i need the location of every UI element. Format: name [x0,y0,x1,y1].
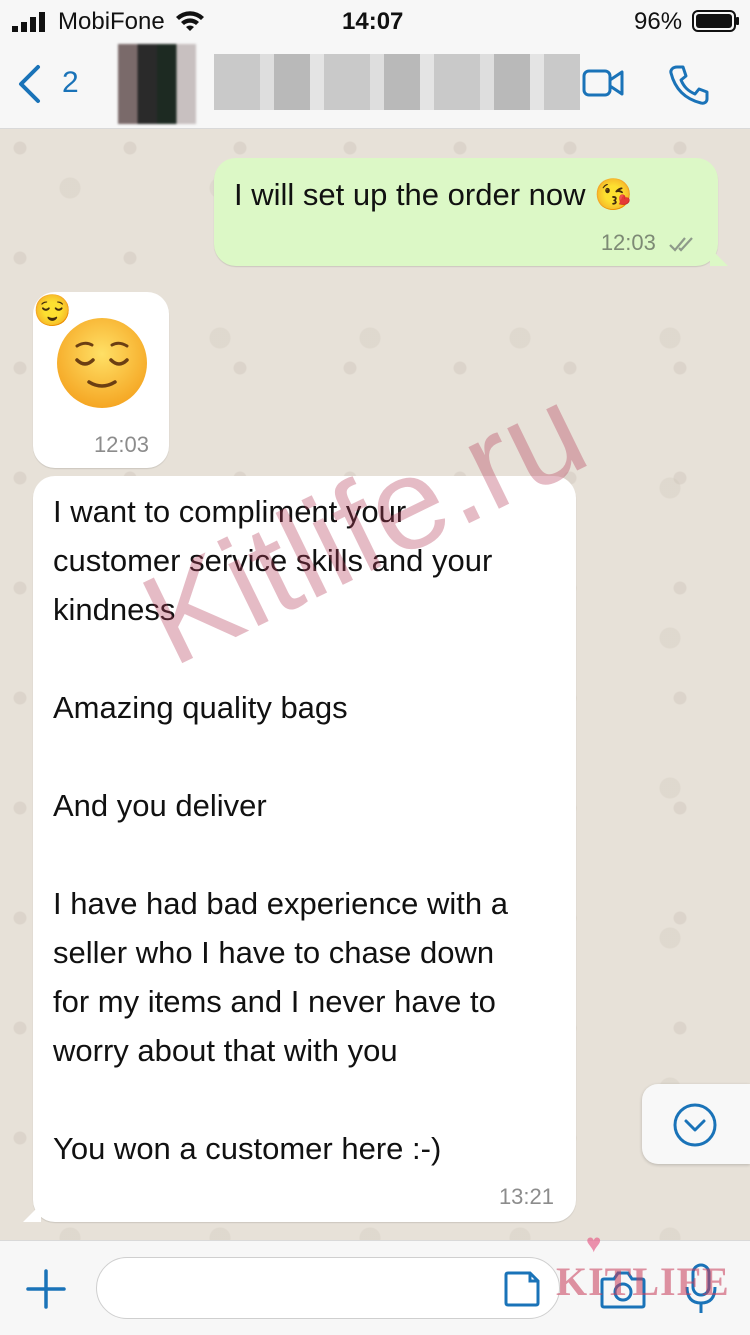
chevron-down-circle-icon [673,1103,717,1147]
plus-icon[interactable] [24,1267,68,1311]
heart-icon: ♥ [586,1228,602,1258]
message-outgoing[interactable]: I will set up the order now 😘 12:03 [214,158,728,266]
scroll-to-bottom-button[interactable] [642,1084,750,1164]
message-line: seller who I have to chase down [53,935,495,970]
message-line: You won a customer here :-) [53,1131,442,1166]
message-line: And you deliver [53,788,267,823]
message-meta: 12:03 [601,230,698,256]
message-line: customer service skills and your [53,543,493,578]
contact-name[interactable] [214,54,580,110]
message-line: kindness [53,592,176,627]
signal-icon [12,12,45,32]
bubble-tail [23,1204,41,1222]
message-line: for my items and I never have to [53,984,496,1019]
message-time: 12:03 [600,230,656,255]
message-incoming[interactable]: I want to compliment your customer servi… [23,476,576,1222]
avatar[interactable] [118,44,196,124]
message-text: I will set up the order now 😘 [234,177,633,212]
back-button[interactable]: 2 [16,62,96,108]
chevron-left-icon [19,65,40,103]
wifi-icon [176,11,204,31]
message-line: worry about that with you [53,1033,398,1068]
clock: 14:07 [342,8,404,35]
carrier-name: MobiFone [58,8,165,35]
message-line: I have had bad experience with a [53,886,508,921]
message-line: I want to compliment your [53,494,407,529]
chat-header: 2 [0,40,750,129]
relieved-face-icon [57,318,147,408]
phone-icon[interactable] [668,64,710,106]
message-incoming-emoji[interactable]: 😌 12:03 [33,292,169,468]
status-bar: MobiFone 14:07 96% [0,0,750,40]
message-line: Amazing quality bags [53,690,348,725]
message-time: 12:03 [93,432,149,457]
battery-percent: 96% [634,8,683,35]
sticker-icon[interactable] [500,1267,544,1311]
logo-watermark: KITLIFE [556,1259,730,1304]
unread-count: 2 [62,66,79,99]
video-call-icon[interactable] [582,66,624,100]
bubble-tail [710,248,728,266]
message-time: 13:21 [498,1184,554,1209]
message-input[interactable] [96,1257,560,1319]
double-check-icon [669,237,693,252]
battery-icon [692,10,739,32]
